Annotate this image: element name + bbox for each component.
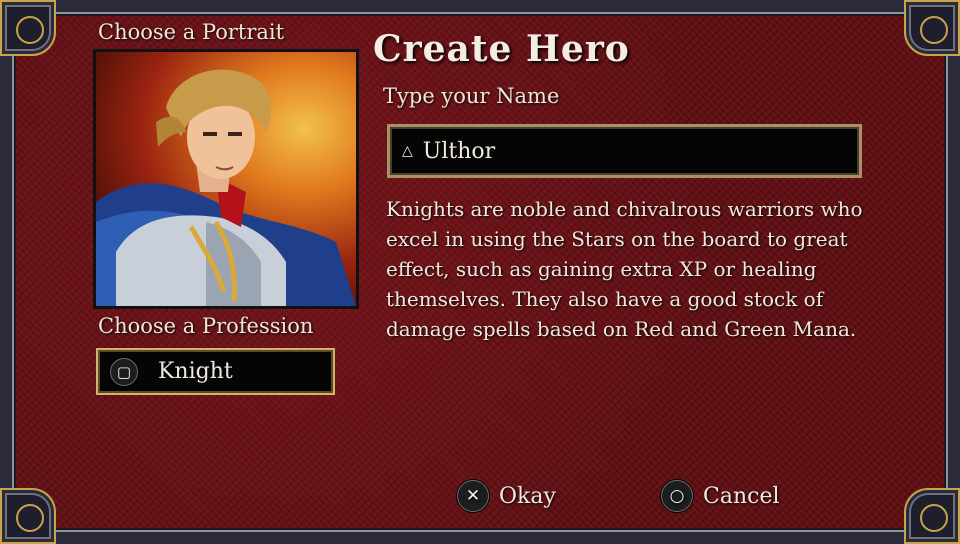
okay-button[interactable]: ✕ Okay (457, 480, 556, 512)
cancel-label: Cancel (703, 483, 780, 509)
cancel-button[interactable]: ○ Cancel (661, 480, 780, 512)
corner-ornament (0, 488, 56, 544)
profession-value: Knight (158, 359, 233, 384)
corner-ornament (904, 0, 960, 56)
cross-button-icon: ✕ (457, 480, 489, 512)
corner-ornament (904, 488, 960, 544)
corner-ornament (0, 0, 56, 56)
profession-selector[interactable]: ▢ Knight (96, 348, 335, 395)
page-title: Create Hero (373, 28, 630, 70)
portrait-label: Choose a Portrait (98, 20, 285, 44)
profession-label: Choose a Profession (98, 314, 314, 338)
circle-button-icon: ○ (661, 480, 693, 512)
profession-description: Knights are noble and chivalrous warrior… (386, 197, 863, 341)
okay-label: Okay (499, 483, 556, 509)
hero-name-input[interactable]: △ Ulthor (387, 124, 862, 178)
square-button-icon: ▢ (110, 357, 138, 386)
knight-portrait-image (96, 69, 356, 306)
hero-portrait[interactable]: L R (93, 49, 359, 309)
hero-name-value: Ulthor (422, 138, 496, 164)
triangle-button-icon: △ (402, 143, 413, 159)
name-label: Type your Name (383, 84, 560, 108)
